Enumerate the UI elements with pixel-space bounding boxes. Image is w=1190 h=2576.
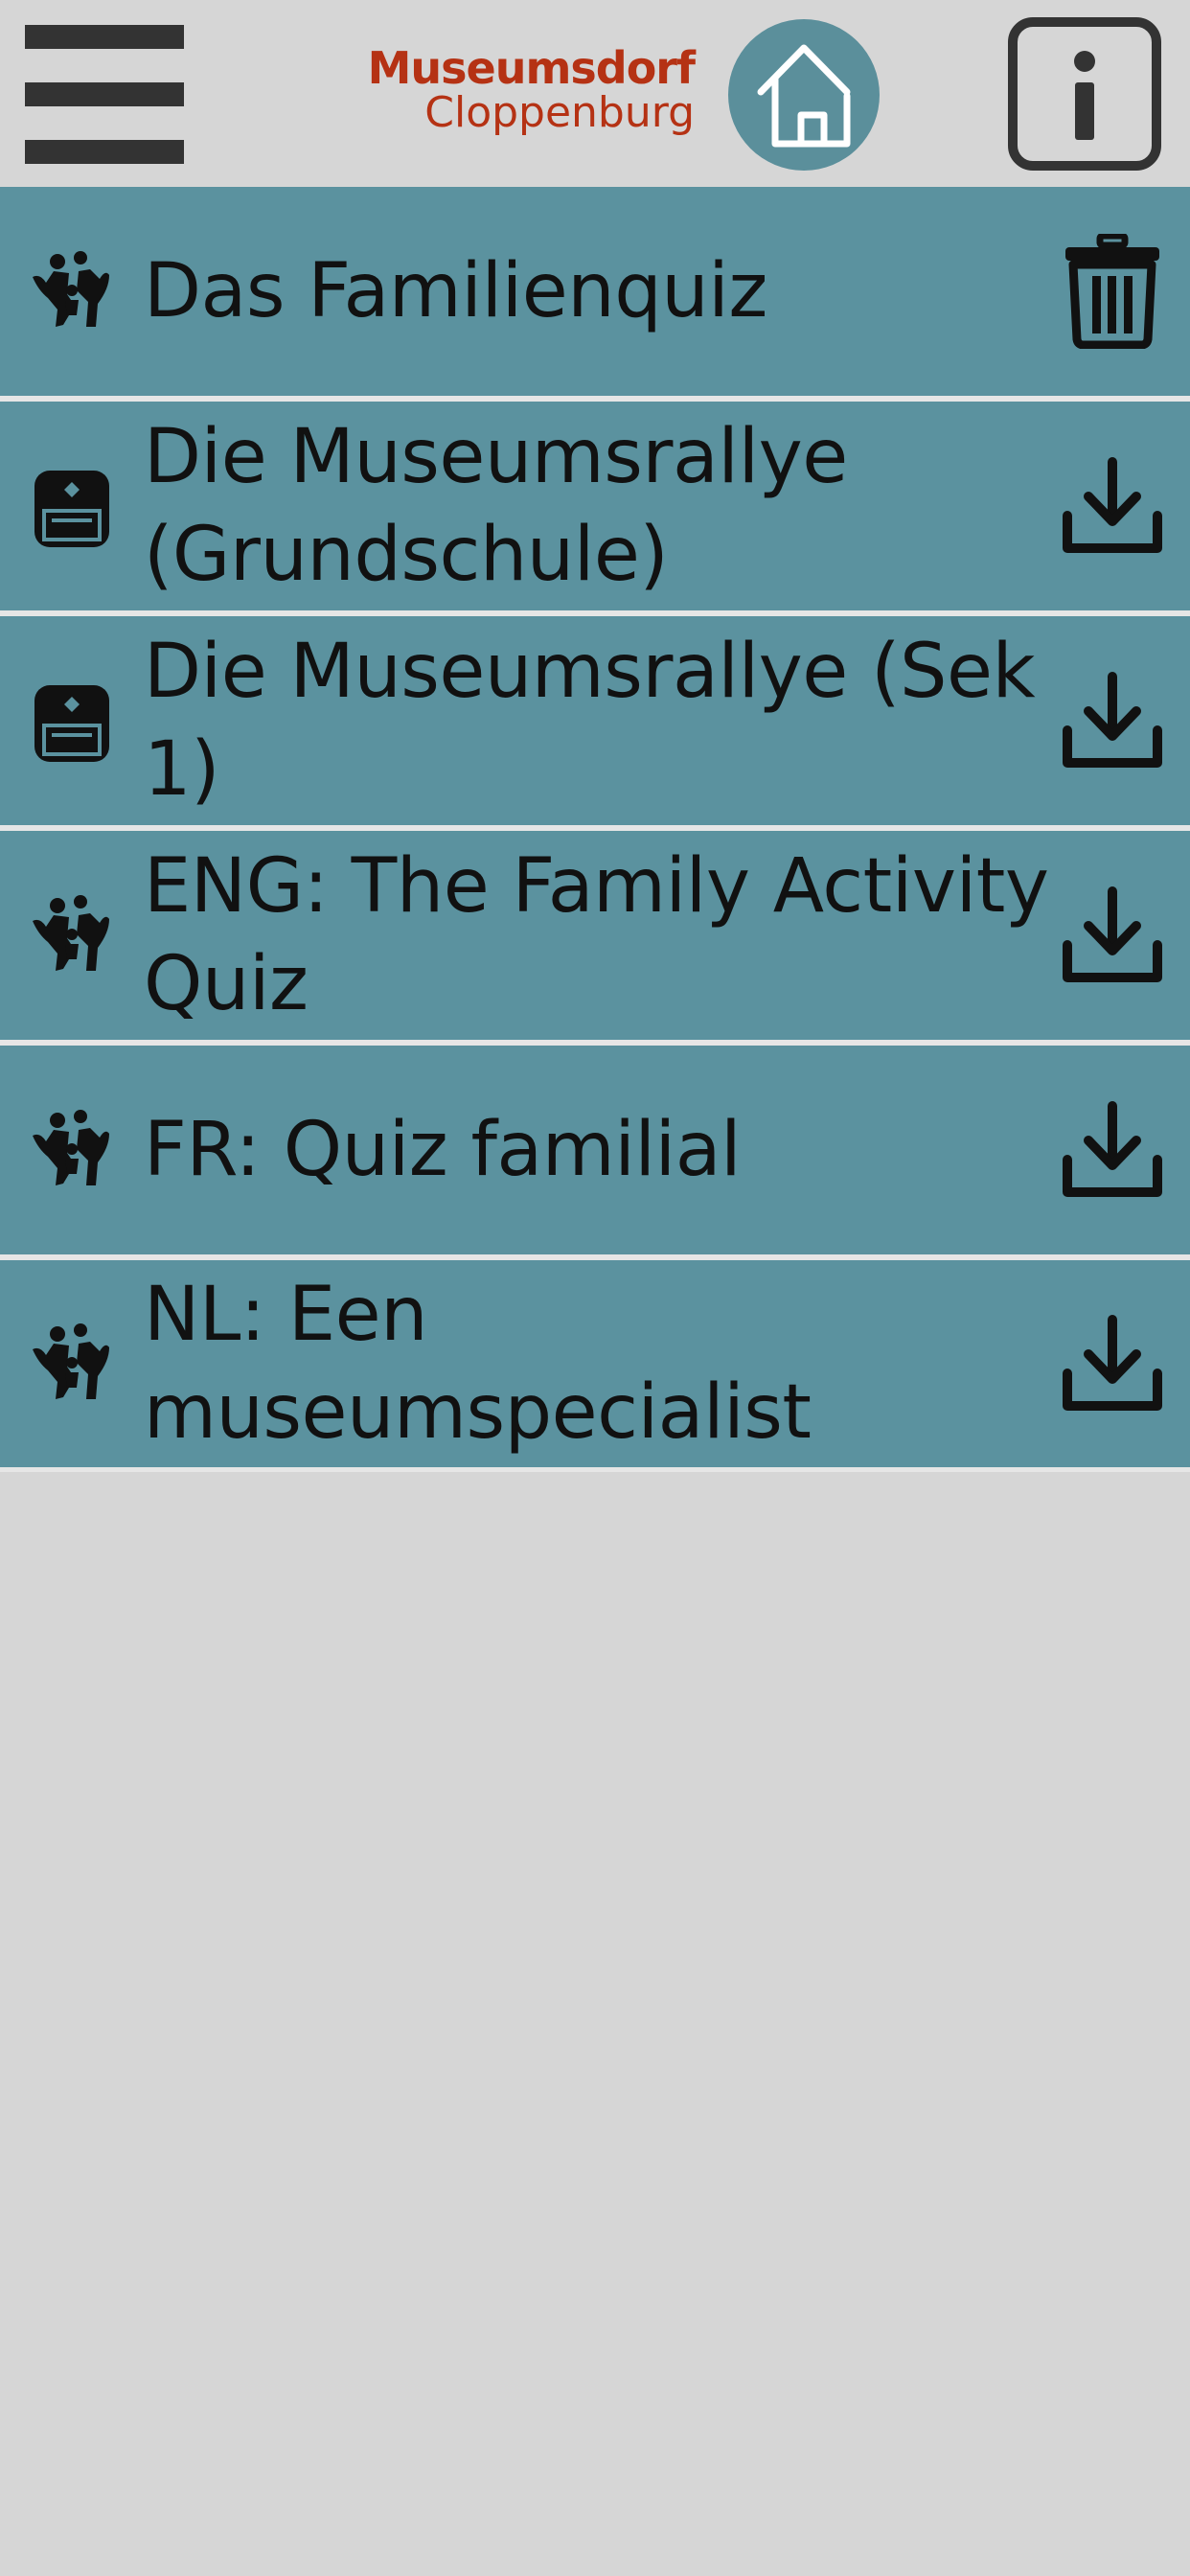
hamburger-menu-icon[interactable]: [25, 25, 184, 164]
logo-line-2: Cloppenburg: [424, 88, 695, 137]
quiz-title: Die Museumsrallye (Grundschule): [144, 414, 848, 598]
quiz-row[interactable]: NL: Een museumspecialist: [0, 1260, 1190, 1472]
download-icon[interactable]: [1060, 878, 1165, 993]
museum-logo: Museumsdorf Cloppenburg: [364, 42, 696, 137]
download-icon[interactable]: [1060, 1306, 1165, 1421]
family-icon: [29, 248, 115, 334]
quiz-row[interactable]: FR: Quiz familial: [0, 1046, 1190, 1260]
info-icon: [1074, 51, 1095, 140]
quiz-row[interactable]: Die Museumsrallye (Sek 1): [0, 616, 1190, 831]
quiz-row[interactable]: Das Familienquiz: [0, 187, 1190, 402]
info-button[interactable]: [1008, 17, 1161, 171]
backpack-icon: [29, 463, 115, 549]
home-button[interactable]: [728, 19, 880, 171]
quiz-list: Das Familienquiz Die Museumsrallye (Grun…: [0, 187, 1190, 1472]
home-icon: [757, 44, 851, 148]
family-icon: [29, 1107, 115, 1193]
trash-icon[interactable]: [1060, 234, 1165, 349]
family-icon: [29, 1321, 115, 1407]
logo-line-1: Museumsdorf: [367, 42, 696, 94]
download-icon[interactable]: [1060, 448, 1165, 564]
download-icon[interactable]: [1060, 1092, 1165, 1208]
quiz-row[interactable]: Die Museumsrallye (Grundschule): [0, 402, 1190, 616]
quiz-title: Die Museumsrallye (Sek 1): [144, 629, 1036, 813]
family-icon: [29, 892, 115, 978]
quiz-row[interactable]: ENG: The Family Activity Quiz: [0, 831, 1190, 1046]
quiz-title: FR: Quiz familial: [144, 1107, 742, 1193]
app-header: Museumsdorf Cloppenburg: [0, 0, 1190, 187]
quiz-title: Das Familienquiz: [144, 248, 767, 334]
backpack-icon: [29, 678, 115, 764]
download-icon[interactable]: [1060, 663, 1165, 778]
quiz-title: ENG: The Family Activity Quiz: [144, 843, 1049, 1027]
quiz-title: NL: Een museumspecialist: [144, 1272, 812, 1456]
